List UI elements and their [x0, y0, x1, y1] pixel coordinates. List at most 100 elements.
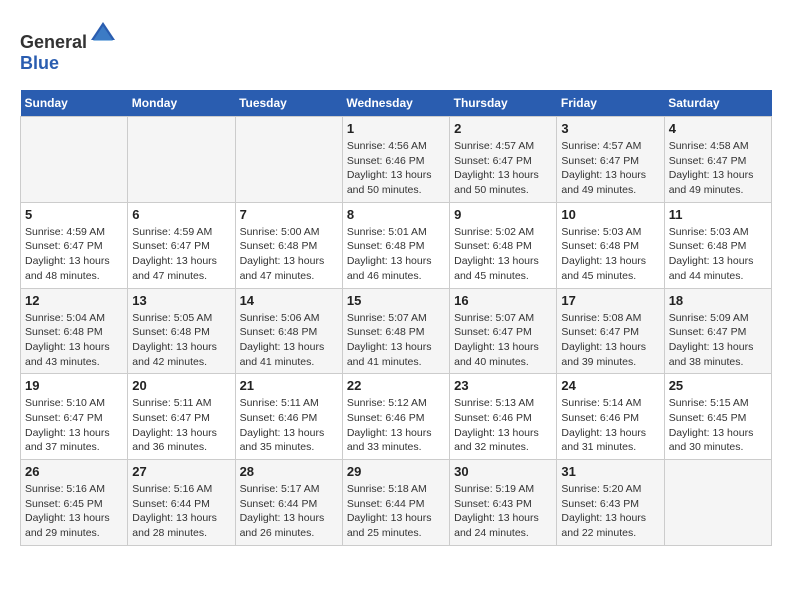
- day-number: 18: [669, 293, 767, 308]
- day-info: Sunrise: 4:56 AMSunset: 6:46 PMDaylight:…: [347, 139, 445, 198]
- day-number: 23: [454, 378, 552, 393]
- weekday-header-saturday: Saturday: [664, 90, 771, 117]
- day-info: Sunrise: 5:14 AMSunset: 6:46 PMDaylight:…: [561, 396, 659, 455]
- calendar-cell: 4Sunrise: 4:58 AMSunset: 6:47 PMDaylight…: [664, 117, 771, 203]
- day-number: 21: [240, 378, 338, 393]
- calendar-cell: 17 Sunrise: 5:08 AMSunset: 6:47 PMDayligh…: [557, 288, 664, 374]
- calendar-cell: 19 Sunrise: 5:10 AMSunset: 6:47 PMDayligh…: [21, 374, 128, 460]
- calendar-cell: 9Sunrise: 5:02 AMSunset: 6:48 PMDaylight…: [450, 202, 557, 288]
- calendar-cell: 11Sunrise: 5:03 AMSunset: 6:48 PMDayligh…: [664, 202, 771, 288]
- calendar-cell: 10 Sunrise: 5:03 AMSunset: 6:48 PMDayligh…: [557, 202, 664, 288]
- calendar-cell: 1 Sunrise: 4:56 AMSunset: 6:46 PMDaylight…: [342, 117, 449, 203]
- calendar-cell: 27Sunrise: 5:16 AMSunset: 6:44 PMDayligh…: [128, 460, 235, 546]
- day-info: Sunrise: 5:07 AMSunset: 6:48 PMDaylight:…: [347, 311, 445, 370]
- day-info: Sunrise: 4:59 AMSunset: 6:47 PMDaylight:…: [25, 225, 123, 284]
- calendar-cell: 14 Sunrise: 5:06 AMSunset: 6:48 PMDayligh…: [235, 288, 342, 374]
- weekday-header-wednesday: Wednesday: [342, 90, 449, 117]
- weekday-header-friday: Friday: [557, 90, 664, 117]
- calendar-cell: 15 Sunrise: 5:07 AMSunset: 6:48 PMDayligh…: [342, 288, 449, 374]
- day-info: Sunrise: 4:57 AMSunset: 6:47 PMDaylight:…: [454, 139, 552, 198]
- day-info: Sunrise: 5:05 AMSunset: 6:48 PMDaylight:…: [132, 311, 230, 370]
- calendar-cell: 12Sunrise: 5:04 AMSunset: 6:48 PMDayligh…: [21, 288, 128, 374]
- day-info: Sunrise: 5:16 AMSunset: 6:45 PMDaylight:…: [25, 482, 123, 541]
- day-number: 31: [561, 464, 659, 479]
- weekday-header-tuesday: Tuesday: [235, 90, 342, 117]
- day-info: Sunrise: 5:10 AMSunset: 6:47 PMDaylight:…: [25, 396, 123, 455]
- calendar-cell: [21, 117, 128, 203]
- day-number: 10: [561, 207, 659, 222]
- calendar-cell: 23 Sunrise: 5:13 AMSunset: 6:46 PMDayligh…: [450, 374, 557, 460]
- calendar-cell: 28Sunrise: 5:17 AMSunset: 6:44 PMDayligh…: [235, 460, 342, 546]
- day-number: 30: [454, 464, 552, 479]
- day-number: 1: [347, 121, 445, 136]
- day-info: Sunrise: 4:58 AMSunset: 6:47 PMDaylight:…: [669, 139, 767, 198]
- calendar-cell: 20 Sunrise: 5:11 AMSunset: 6:47 PMDayligh…: [128, 374, 235, 460]
- day-info: Sunrise: 5:08 AMSunset: 6:47 PMDaylight:…: [561, 311, 659, 370]
- day-info: Sunrise: 5:03 AMSunset: 6:48 PMDaylight:…: [561, 225, 659, 284]
- day-number: 17: [561, 293, 659, 308]
- day-info: Sunrise: 5:15 AMSunset: 6:45 PMDaylight:…: [669, 396, 767, 455]
- day-number: 22: [347, 378, 445, 393]
- calendar-cell: 29 Sunrise: 5:18 AMSunset: 6:44 PMDayligh…: [342, 460, 449, 546]
- calendar-cell: 3Sunrise: 4:57 AMSunset: 6:47 PMDaylight…: [557, 117, 664, 203]
- logo-general: General: [20, 32, 87, 52]
- day-info: Sunrise: 5:07 AMSunset: 6:47 PMDaylight:…: [454, 311, 552, 370]
- calendar-table: SundayMondayTuesdayWednesdayThursdayFrid…: [20, 90, 772, 546]
- day-number: 7: [240, 207, 338, 222]
- day-number: 2: [454, 121, 552, 136]
- calendar-cell: 24 Sunrise: 5:14 AMSunset: 6:46 PMDayligh…: [557, 374, 664, 460]
- day-info: Sunrise: 5:16 AMSunset: 6:44 PMDaylight:…: [132, 482, 230, 541]
- weekday-header-monday: Monday: [128, 90, 235, 117]
- day-number: 9: [454, 207, 552, 222]
- day-info: Sunrise: 5:17 AMSunset: 6:44 PMDaylight:…: [240, 482, 338, 541]
- day-info: Sunrise: 5:03 AMSunset: 6:48 PMDaylight:…: [669, 225, 767, 284]
- day-info: Sunrise: 5:11 AMSunset: 6:46 PMDaylight:…: [240, 396, 338, 455]
- day-number: 26: [25, 464, 123, 479]
- calendar-cell: [128, 117, 235, 203]
- logo-icon: [89, 20, 117, 48]
- calendar-cell: 7 Sunrise: 5:00 AMSunset: 6:48 PMDaylight…: [235, 202, 342, 288]
- day-number: 19: [25, 378, 123, 393]
- calendar-cell: 16 Sunrise: 5:07 AMSunset: 6:47 PMDayligh…: [450, 288, 557, 374]
- day-number: 15: [347, 293, 445, 308]
- day-info: Sunrise: 5:06 AMSunset: 6:48 PMDaylight:…: [240, 311, 338, 370]
- day-number: 20: [132, 378, 230, 393]
- calendar-cell: 6 Sunrise: 4:59 AMSunset: 6:47 PMDaylight…: [128, 202, 235, 288]
- calendar-cell: 25 Sunrise: 5:15 AMSunset: 6:45 PMDayligh…: [664, 374, 771, 460]
- logo: General Blue: [20, 20, 117, 74]
- calendar-cell: 5 Sunrise: 4:59 AMSunset: 6:47 PMDaylight…: [21, 202, 128, 288]
- day-info: Sunrise: 5:19 AMSunset: 6:43 PMDaylight:…: [454, 482, 552, 541]
- day-info: Sunrise: 5:13 AMSunset: 6:46 PMDaylight:…: [454, 396, 552, 455]
- calendar-cell: 31 Sunrise: 5:20 AMSunset: 6:43 PMDayligh…: [557, 460, 664, 546]
- logo-blue: Blue: [20, 53, 59, 73]
- calendar-cell: [664, 460, 771, 546]
- calendar-cell: 22 Sunrise: 5:12 AMSunset: 6:46 PMDayligh…: [342, 374, 449, 460]
- calendar-cell: 18 Sunrise: 5:09 AMSunset: 6:47 PMDayligh…: [664, 288, 771, 374]
- day-info: Sunrise: 5:12 AMSunset: 6:46 PMDaylight:…: [347, 396, 445, 455]
- day-number: 24: [561, 378, 659, 393]
- calendar-cell: 2 Sunrise: 4:57 AMSunset: 6:47 PMDaylight…: [450, 117, 557, 203]
- day-number: 8: [347, 207, 445, 222]
- calendar-cell: 26 Sunrise: 5:16 AMSunset: 6:45 PMDayligh…: [21, 460, 128, 546]
- day-number: 16: [454, 293, 552, 308]
- calendar-cell: 30 Sunrise: 5:19 AMSunset: 6:43 PMDayligh…: [450, 460, 557, 546]
- calendar-cell: 13 Sunrise: 5:05 AMSunset: 6:48 PMDayligh…: [128, 288, 235, 374]
- day-number: 3: [561, 121, 659, 136]
- day-info: Sunrise: 5:18 AMSunset: 6:44 PMDaylight:…: [347, 482, 445, 541]
- calendar-cell: [235, 117, 342, 203]
- calendar-cell: 21 Sunrise: 5:11 AMSunset: 6:46 PMDayligh…: [235, 374, 342, 460]
- day-number: 5: [25, 207, 123, 222]
- day-info: Sunrise: 4:59 AMSunset: 6:47 PMDaylight:…: [132, 225, 230, 284]
- day-info: Sunrise: 5:11 AMSunset: 6:47 PMDaylight:…: [132, 396, 230, 455]
- day-info: Sunrise: 5:00 AMSunset: 6:48 PMDaylight:…: [240, 225, 338, 284]
- day-number: 29: [347, 464, 445, 479]
- day-number: 25: [669, 378, 767, 393]
- day-info: Sunrise: 5:01 AMSunset: 6:48 PMDaylight:…: [347, 225, 445, 284]
- day-number: 13: [132, 293, 230, 308]
- day-number: 12: [25, 293, 123, 308]
- day-number: 6: [132, 207, 230, 222]
- day-info: Sunrise: 5:09 AMSunset: 6:47 PMDaylight:…: [669, 311, 767, 370]
- day-number: 14: [240, 293, 338, 308]
- day-info: Sunrise: 5:20 AMSunset: 6:43 PMDaylight:…: [561, 482, 659, 541]
- weekday-header-thursday: Thursday: [450, 90, 557, 117]
